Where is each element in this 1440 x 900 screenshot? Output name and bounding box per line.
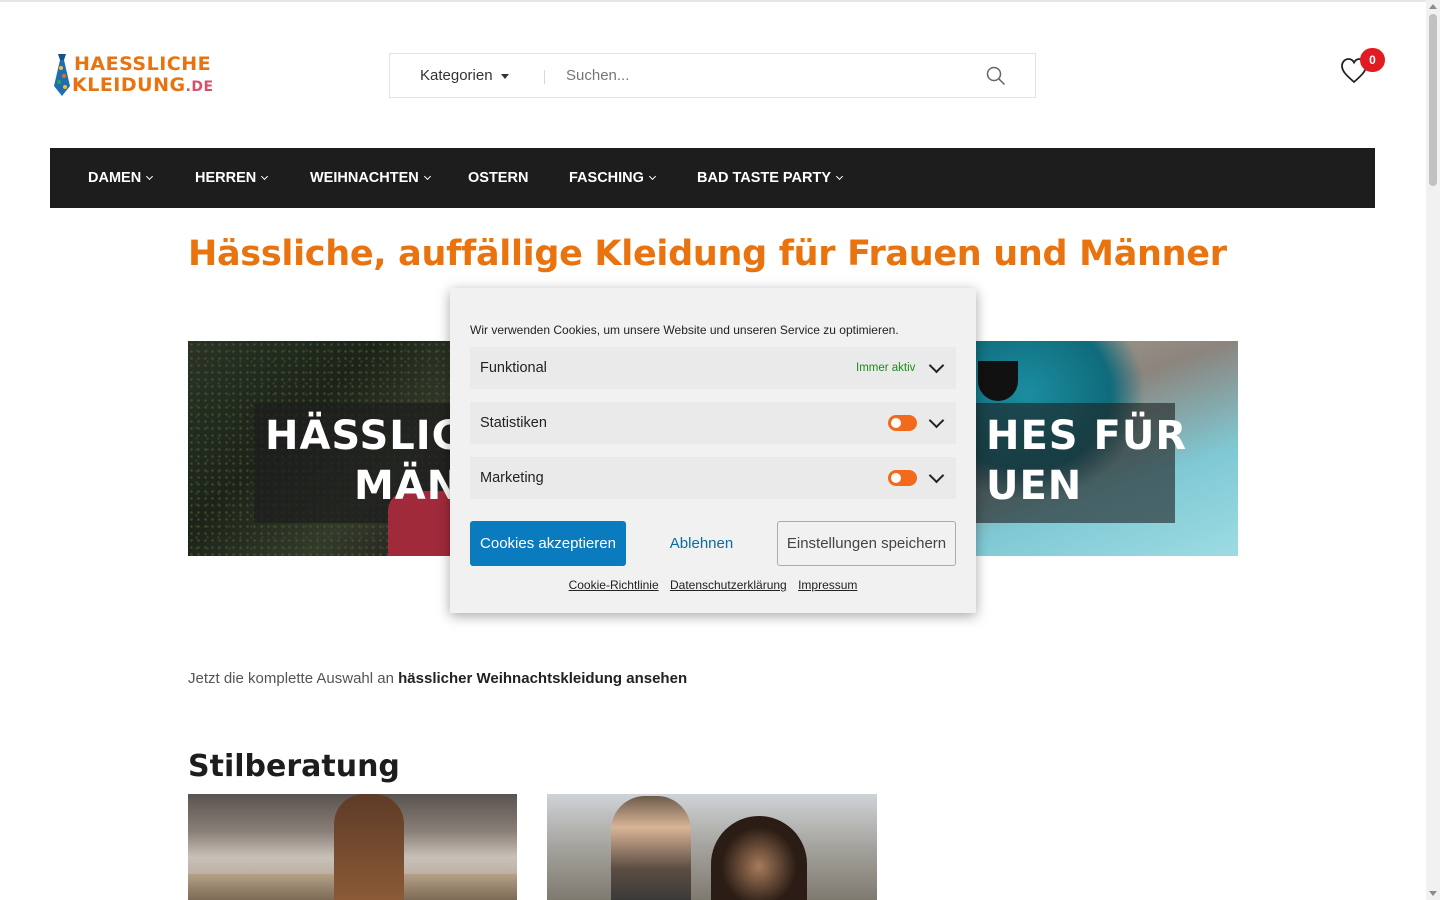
christmas-clothing-link[interactable]: hässlicher Weihnachtskleidung ansehen bbox=[398, 670, 687, 687]
logo-text-line1: HAESSLICHE bbox=[74, 53, 212, 75]
chevron-down-icon[interactable] bbox=[930, 363, 942, 375]
wishlist-count-badge: 0 bbox=[1360, 48, 1385, 72]
scroll-up-arrow-icon[interactable] bbox=[1429, 4, 1437, 9]
banner-right-line1: HES FÜR bbox=[986, 413, 1188, 459]
statistics-toggle[interactable] bbox=[888, 415, 917, 431]
cookie-category-marketing[interactable]: Marketing bbox=[470, 457, 956, 499]
category-dropdown-label: Kategorien bbox=[420, 67, 493, 84]
thumbnail-person bbox=[334, 794, 404, 900]
chevron-down-icon bbox=[648, 172, 656, 181]
toggle-knob bbox=[891, 473, 901, 483]
always-active-label: Immer aktiv bbox=[856, 362, 916, 374]
privacy-policy-link[interactable]: Datenschutzerklärung bbox=[670, 578, 787, 592]
nav-item-weihnachten[interactable]: WEIHNACHTEN bbox=[310, 148, 431, 208]
article-thumbnail[interactable] bbox=[547, 794, 877, 900]
imprint-link[interactable]: Impressum bbox=[798, 578, 857, 592]
intro-paragraph: Jetzt die komplette Auswahl an hässliche… bbox=[188, 670, 688, 687]
banner-right-line2: UEN bbox=[986, 463, 1083, 509]
save-settings-button[interactable]: Einstellungen speichern bbox=[777, 521, 956, 566]
banner-women[interactable]: HES FÜR UEN bbox=[976, 341, 1238, 556]
category-dropdown[interactable]: Kategorien bbox=[420, 54, 509, 97]
cookie-category-label: Funktional bbox=[480, 360, 547, 376]
search-bar: Kategorien bbox=[389, 53, 1036, 98]
cookie-message: Wir verwenden Cookies, um unsere Website… bbox=[470, 323, 899, 337]
nav-item-fasching[interactable]: FASCHING bbox=[569, 148, 656, 208]
nav-item-damen[interactable]: DAMEN bbox=[88, 148, 154, 208]
caret-down-icon bbox=[500, 73, 509, 79]
deny-cookies-button[interactable]: Ablehnen bbox=[648, 521, 755, 566]
banner-left-line2: MÄN bbox=[354, 463, 450, 509]
cookie-category-label: Statistiken bbox=[480, 415, 547, 431]
accept-cookies-button[interactable]: Cookies akzeptieren bbox=[470, 521, 626, 566]
tie-logo-icon bbox=[54, 54, 70, 96]
logo-text-line2: KLEIDUNG.DE bbox=[72, 74, 214, 96]
cookie-links: Cookie-Richtlinie Datenschutzerklärung I… bbox=[450, 578, 976, 592]
chevron-down-icon[interactable] bbox=[930, 418, 942, 430]
page-title: Hässliche, auffällige Kleidung für Fraue… bbox=[188, 234, 1227, 274]
search-divider bbox=[544, 70, 545, 84]
nav-item-bad-taste-party[interactable]: BAD TASTE PARTY bbox=[697, 148, 844, 208]
toggle-knob bbox=[891, 418, 901, 428]
article-thumbnail[interactable] bbox=[188, 794, 517, 900]
chevron-down-icon bbox=[261, 172, 269, 181]
search-input[interactable] bbox=[566, 54, 946, 97]
chevron-down-icon bbox=[835, 172, 844, 181]
marketing-toggle[interactable] bbox=[888, 470, 917, 486]
cookie-category-label: Marketing bbox=[480, 470, 544, 486]
cookie-policy-link[interactable]: Cookie-Richtlinie bbox=[569, 578, 659, 592]
chevron-down-icon bbox=[146, 172, 154, 181]
chevron-down-icon bbox=[423, 172, 431, 181]
search-icon[interactable] bbox=[986, 66, 1006, 86]
section-heading: Stilberatung bbox=[188, 749, 400, 784]
cookie-category-functional[interactable]: Funktional Immer aktiv bbox=[470, 347, 956, 389]
site-logo[interactable]: HAESSLICHE KLEIDUNG.DE bbox=[52, 53, 222, 98]
banner-sunglasses bbox=[978, 361, 1018, 401]
page-scrollbar[interactable] bbox=[1426, 0, 1440, 900]
scroll-down-arrow-icon[interactable] bbox=[1429, 891, 1437, 896]
thumbnail-woman bbox=[711, 816, 807, 900]
top-border bbox=[0, 0, 1426, 2]
nav-item-ostern[interactable]: OSTERN bbox=[468, 148, 528, 208]
banner-men[interactable]: HÄSSLIC MÄN bbox=[188, 341, 450, 556]
logo-tld: .DE bbox=[185, 79, 214, 95]
thumbnail-man bbox=[611, 796, 691, 900]
cookie-consent-dialog: Wir verwenden Cookies, um unsere Website… bbox=[450, 288, 976, 613]
chevron-down-icon[interactable] bbox=[930, 473, 942, 485]
nav-item-herren[interactable]: HERREN bbox=[195, 148, 269, 208]
main-navigation: DAMEN HERREN WEIHNACHTEN OSTERN FASCHING… bbox=[50, 148, 1375, 208]
cookie-category-statistics[interactable]: Statistiken bbox=[470, 402, 956, 444]
banner-left-line1: HÄSSLIC bbox=[265, 413, 450, 459]
scrollbar-thumb[interactable] bbox=[1429, 14, 1437, 186]
